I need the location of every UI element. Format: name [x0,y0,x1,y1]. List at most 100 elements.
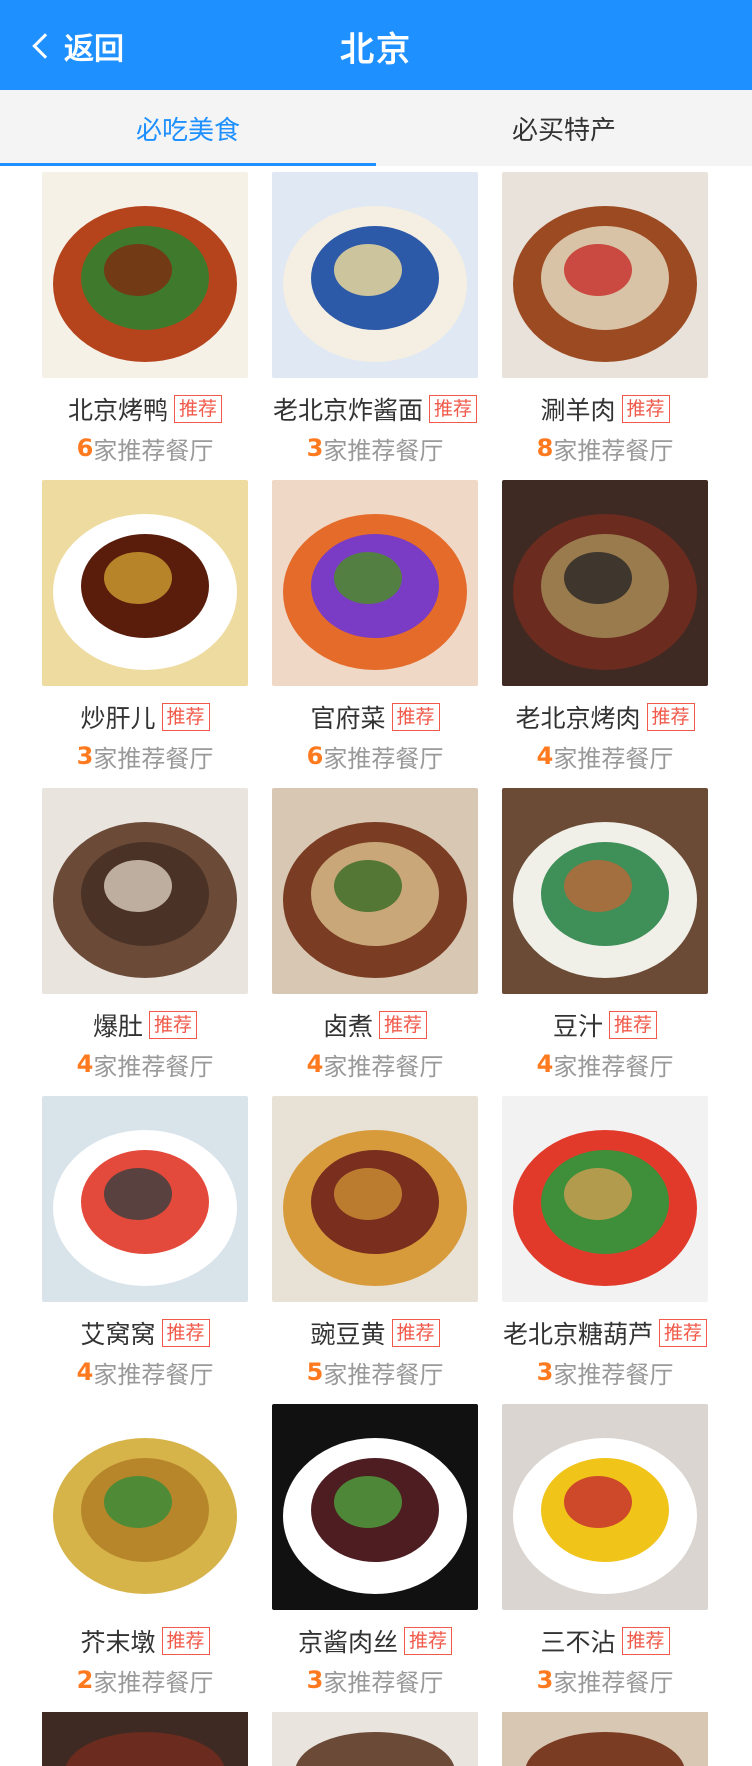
restaurant-count-number: 4 [536,1050,554,1078]
food-name: 卤煮 [322,1012,373,1041]
food-name: 豆汁 [552,1012,603,1041]
restaurant-count-number: 8 [536,434,554,462]
restaurant-count-suffix: 家推荐餐厅 [93,1052,214,1081]
food-card-partial[interactable] [272,1712,478,1766]
recommend-badge: 推荐 [149,1011,198,1039]
recommend-badge: 推荐 [161,1627,210,1655]
food-photo [272,1712,478,1766]
recommend-badge: 推荐 [621,1627,670,1655]
recommend-badge: 推荐 [404,1627,453,1655]
restaurant-count: 3 家推荐餐厅 [272,432,478,465]
restaurant-count-suffix: 家推荐餐厅 [553,1360,674,1389]
restaurant-count-suffix: 家推荐餐厅 [93,1668,214,1697]
restaurant-count-number: 3 [76,742,94,770]
food-photo [272,480,478,686]
food-title-row: 京酱肉丝 推荐 [272,1624,478,1658]
food-name: 三不沾 [540,1628,616,1657]
food-name: 艾窝窝 [80,1320,156,1349]
restaurant-count: 6 家推荐餐厅 [272,740,478,773]
food-title-row: 豆汁 推荐 [502,1008,708,1042]
restaurant-count-number: 2 [76,1666,94,1694]
food-title-row: 三不沾 推荐 [502,1624,708,1658]
food-name: 豌豆黄 [310,1320,386,1349]
food-photo [42,1404,248,1610]
restaurant-count-suffix: 家推荐餐厅 [553,436,674,465]
food-name: 芥末墩 [80,1628,156,1657]
food-photo [272,172,478,378]
recommend-badge: 推荐 [429,395,478,423]
food-grid: 北京烤鸭 推荐 6 家推荐餐厅 老北京炸酱面 推荐 3 家推荐餐厅 涮羊肉 推荐 8 家推荐餐厅 炒肝儿… [42,172,722,1766]
food-card[interactable]: 北京烤鸭 推荐 6 家推荐餐厅 [42,172,248,480]
restaurant-count-number: 6 [306,742,324,770]
food-card[interactable]: 老北京烤肉 推荐 4 家推荐餐厅 [502,480,708,788]
food-title-row: 炒肝儿 推荐 [42,700,248,734]
restaurant-count: 4 家推荐餐厅 [272,1048,478,1081]
recommend-badge: 推荐 [621,395,670,423]
restaurant-count-number: 4 [76,1050,94,1078]
restaurant-count-number: 4 [76,1358,94,1386]
food-title-row: 官府菜 推荐 [272,700,478,734]
food-name: 爆肚 [92,1012,143,1041]
food-card[interactable]: 炒肝儿 推荐 3 家推荐餐厅 [42,480,248,788]
food-card-partial[interactable] [502,1712,708,1766]
food-name: 京酱肉丝 [297,1628,398,1657]
restaurant-count: 3 家推荐餐厅 [502,1356,708,1389]
food-title-row: 老北京烤肉 推荐 [502,700,708,734]
food-photo [42,172,248,378]
food-card[interactable]: 老北京糖葫芦 推荐 3 家推荐餐厅 [502,1096,708,1404]
tab-must-buy[interactable]: 必买特产 [376,90,752,166]
restaurant-count-suffix: 家推荐餐厅 [553,744,674,773]
restaurant-count-suffix: 家推荐餐厅 [93,744,214,773]
food-card[interactable]: 官府菜 推荐 6 家推荐餐厅 [272,480,478,788]
food-title-row: 老北京炸酱面 推荐 [272,392,478,426]
food-title-row: 艾窝窝 推荐 [42,1316,248,1350]
restaurant-count-suffix: 家推荐餐厅 [553,1052,674,1081]
food-photo [502,1096,708,1302]
food-card-partial[interactable] [42,1712,248,1766]
food-photo [502,1712,708,1766]
recommend-badge: 推荐 [174,395,223,423]
food-card[interactable]: 老北京炸酱面 推荐 3 家推荐餐厅 [272,172,478,480]
food-card[interactable]: 芥末墩 推荐 2 家推荐餐厅 [42,1404,248,1712]
food-photo [42,788,248,994]
restaurant-count: 4 家推荐餐厅 [502,740,708,773]
restaurant-count-suffix: 家推荐餐厅 [323,1668,444,1697]
food-photo [272,788,478,994]
recommend-badge: 推荐 [659,1319,708,1347]
restaurant-count: 5 家推荐餐厅 [272,1356,478,1389]
restaurant-count: 3 家推荐餐厅 [42,740,248,773]
tab-bar: 必吃美食 必买特产 [0,90,752,166]
food-card[interactable]: 涮羊肉 推荐 8 家推荐餐厅 [502,172,708,480]
food-card[interactable]: 京酱肉丝 推荐 3 家推荐餐厅 [272,1404,478,1712]
food-title-row: 芥末墩 推荐 [42,1624,248,1658]
recommend-badge: 推荐 [391,1319,440,1347]
restaurant-count-number: 3 [306,1666,324,1694]
recommend-badge: 推荐 [161,703,210,731]
food-card[interactable]: 豌豆黄 推荐 5 家推荐餐厅 [272,1096,478,1404]
food-name: 北京烤鸭 [67,396,168,425]
food-card[interactable]: 豆汁 推荐 4 家推荐餐厅 [502,788,708,1096]
restaurant-count-suffix: 家推荐餐厅 [323,436,444,465]
food-title-row: 涮羊肉 推荐 [502,392,708,426]
food-photo [42,1712,248,1766]
food-photo [42,1096,248,1302]
food-photo [502,1404,708,1610]
restaurant-count-suffix: 家推荐餐厅 [553,1668,674,1697]
food-name: 涮羊肉 [540,396,616,425]
recommend-badge: 推荐 [609,1011,658,1039]
tab-must-eat[interactable]: 必吃美食 [0,90,376,166]
food-card[interactable]: 卤煮 推荐 4 家推荐餐厅 [272,788,478,1096]
restaurant-count: 2 家推荐餐厅 [42,1664,248,1697]
food-card[interactable]: 爆肚 推荐 4 家推荐餐厅 [42,788,248,1096]
restaurant-count: 8 家推荐餐厅 [502,432,708,465]
food-name: 老北京烤肉 [515,704,641,733]
food-card[interactable]: 艾窝窝 推荐 4 家推荐餐厅 [42,1096,248,1404]
food-card[interactable]: 三不沾 推荐 3 家推荐餐厅 [502,1404,708,1712]
food-photo [502,172,708,378]
restaurant-count-suffix: 家推荐餐厅 [323,1360,444,1389]
food-title-row: 老北京糖葫芦 推荐 [502,1316,708,1350]
restaurant-count: 3 家推荐餐厅 [502,1664,708,1697]
restaurant-count: 4 家推荐餐厅 [502,1048,708,1081]
restaurant-count-suffix: 家推荐餐厅 [323,1052,444,1081]
restaurant-count-suffix: 家推荐餐厅 [323,744,444,773]
